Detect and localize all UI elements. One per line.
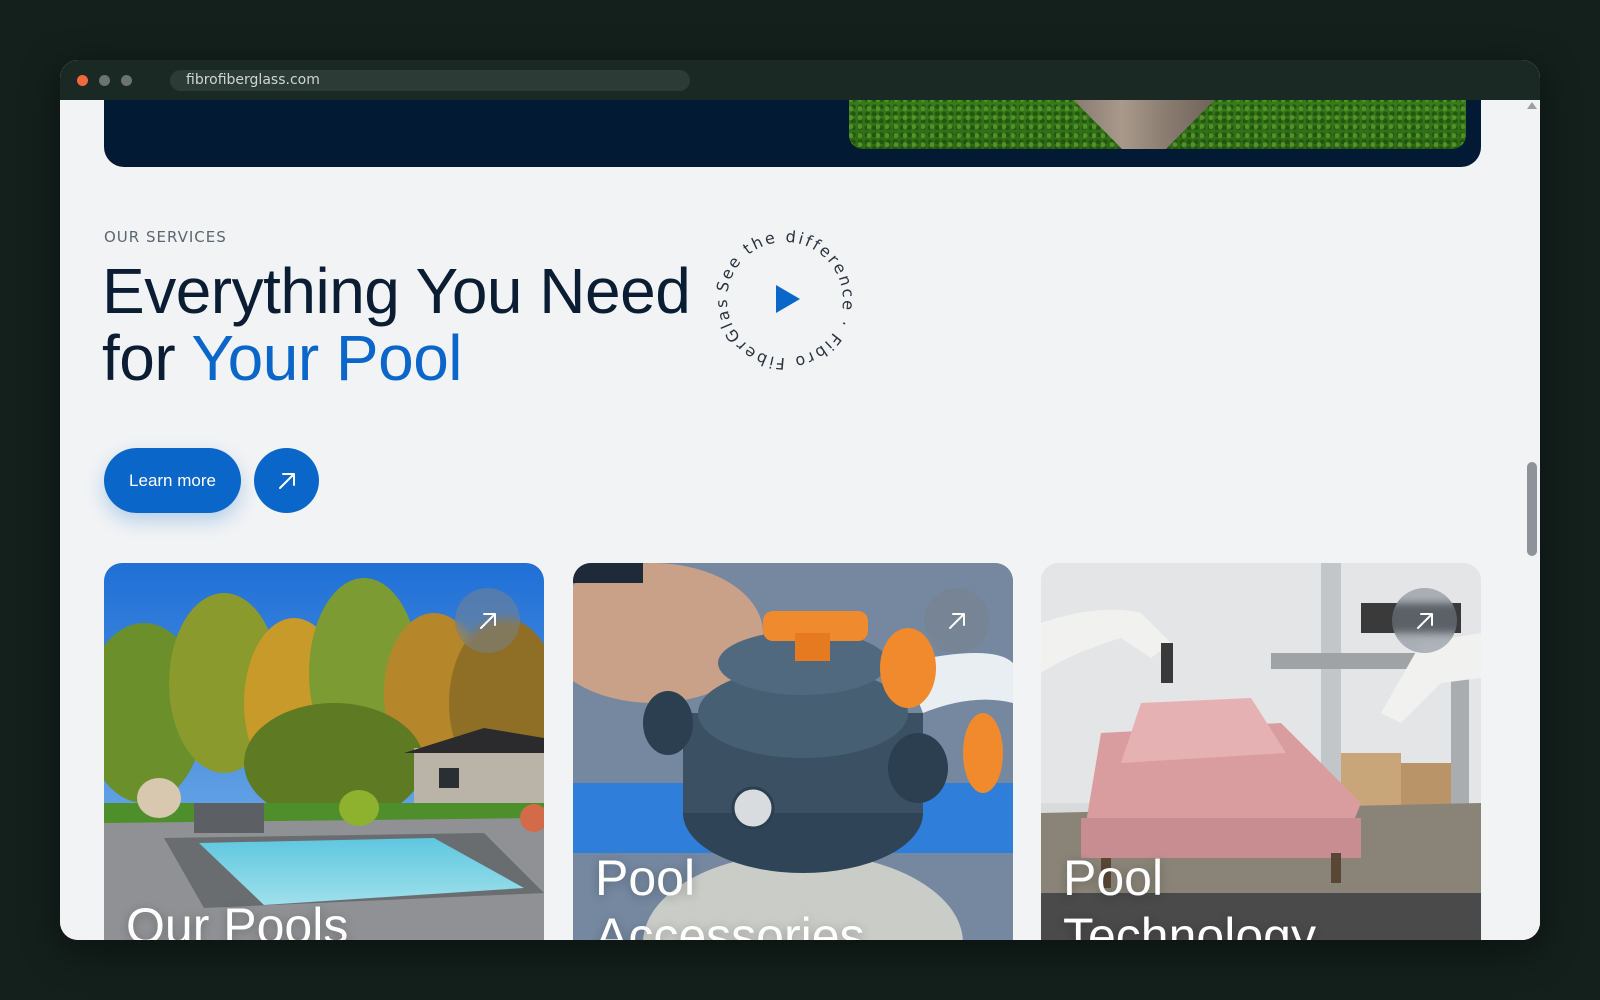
arrow-up-right-icon: [949, 613, 965, 629]
vertical-scrollbar[interactable]: [1524, 100, 1540, 940]
minimize-window-button[interactable]: [99, 75, 110, 86]
headline-line2-prefix: for: [102, 322, 192, 394]
address-bar[interactable]: fibrofiberglass.com: [170, 70, 690, 91]
browser-titlebar: fibrofiberglass.com: [60, 60, 1540, 100]
scroll-up-arrow-icon[interactable]: [1527, 102, 1537, 109]
card-arrow-button[interactable]: [455, 588, 520, 653]
card-title-line1: Pool: [595, 850, 696, 906]
scrollbar-thumb[interactable]: [1527, 462, 1537, 556]
learn-more-arrow-button[interactable]: [254, 448, 319, 513]
card-title-line2: Accessories: [595, 908, 865, 940]
card-title-line1: Our Pools: [126, 898, 349, 940]
browser-window: fibrofiberglass.com OUR SERVICES Everyth…: [60, 60, 1540, 940]
see-difference-video-badge[interactable]: See the difference · Fibro FiberGlass ·: [705, 210, 860, 375]
card-arrow-button[interactable]: [924, 588, 989, 653]
section-eyebrow: OUR SERVICES: [104, 228, 227, 246]
headline-line1: Everything You Need: [102, 255, 691, 327]
arrow-up-right-icon: [1417, 613, 1433, 629]
learn-more-button[interactable]: Learn more: [104, 448, 241, 513]
service-card-our-pools[interactable]: Our Pools: [104, 563, 544, 940]
card-title-line2: Technology: [1063, 908, 1316, 940]
section-headline: Everything You Need for Your Pool: [102, 255, 691, 394]
headline-accent: Your Pool: [191, 322, 462, 394]
card-arrow-button[interactable]: [1392, 588, 1457, 653]
hero-banner: [104, 100, 1481, 167]
service-card-pool-accessories[interactable]: Pool Accessories: [573, 563, 1013, 940]
close-window-button[interactable]: [77, 75, 88, 86]
card-title: Pool Technology: [1063, 849, 1316, 940]
play-icon[interactable]: [776, 285, 800, 313]
service-card-pool-technology[interactable]: Pool Technology: [1041, 563, 1481, 940]
card-title: Pool Accessories: [595, 849, 865, 940]
card-title: Our Pools: [126, 897, 348, 940]
card-title-line1: Pool: [1063, 850, 1164, 906]
arrow-up-right-icon: [279, 473, 295, 489]
page-viewport: OUR SERVICES Everything You Need for You…: [60, 100, 1540, 940]
arrow-up-right-icon: [480, 613, 496, 629]
maximize-window-button[interactable]: [121, 75, 132, 86]
hero-pool-image: [849, 100, 1466, 149]
